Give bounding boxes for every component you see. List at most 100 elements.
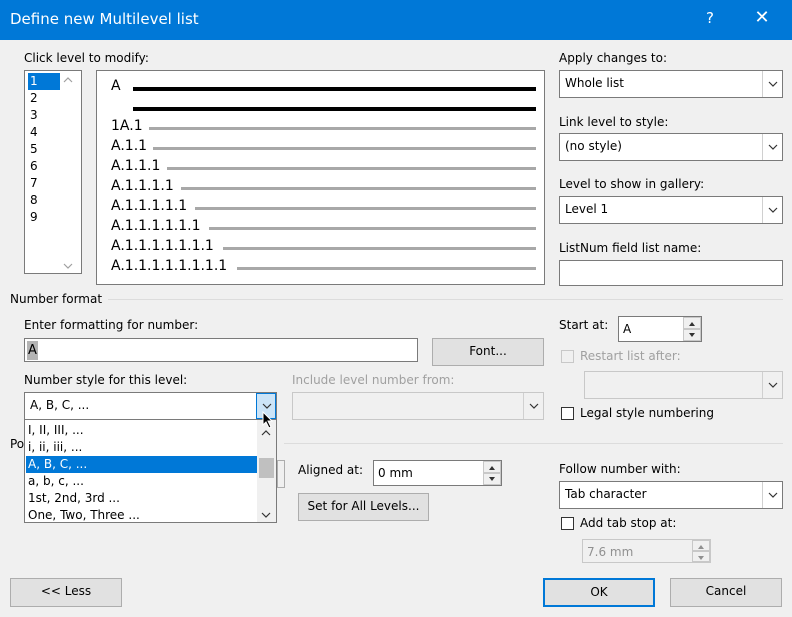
scroll-down-icon[interactable] <box>261 508 271 522</box>
font-button-label: Font... <box>469 344 507 358</box>
follow-number-select[interactable]: Tab character <box>559 481 783 509</box>
listnum-input[interactable] <box>559 260 783 286</box>
font-button[interactable]: Font... <box>432 338 544 366</box>
preview-bar-2 <box>149 127 536 130</box>
dropdown-option[interactable]: 1st, 2nd, 3rd ... <box>26 490 257 507</box>
preview-bar-4 <box>167 167 536 170</box>
ok-button[interactable]: OK <box>543 578 655 607</box>
legal-numbering-checkbox[interactable] <box>561 407 574 420</box>
preview-line-6: A.1.1.1.1.1 <box>111 198 188 214</box>
preview-bar-1 <box>133 87 536 91</box>
dropdown-option[interactable]: a, b, c, ... <box>26 473 257 490</box>
link-level-label: Link level to style: <box>559 115 669 129</box>
number-style-value: A, B, C, ... <box>30 398 90 412</box>
preview-line-2: 1A.1 <box>111 118 143 134</box>
cancel-button[interactable]: Cancel <box>670 578 782 607</box>
chevron-down-icon[interactable] <box>762 197 782 223</box>
level-item-1[interactable]: 1 <box>28 73 60 90</box>
add-tab-stop-label: Add tab stop at: <box>580 516 677 530</box>
spin-up-icon[interactable] <box>683 317 701 329</box>
restart-list-label: Restart list after: <box>580 349 681 363</box>
spin-down-icon[interactable] <box>483 473 501 485</box>
level-item-5[interactable]: 5 <box>28 141 60 158</box>
level-item-8[interactable]: 8 <box>28 192 60 209</box>
listnum-label: ListNum field list name: <box>559 241 702 255</box>
number-style-label: Number style for this level: <box>24 373 188 387</box>
aligned-at-value: 0 mm <box>378 466 413 480</box>
chevron-down-icon[interactable] <box>762 71 782 97</box>
include-level-select[interactable] <box>292 392 544 420</box>
dropdown-option[interactable]: One, Two, Three ... <box>26 507 257 522</box>
enter-format-label: Enter formatting for number: <box>24 318 199 332</box>
set-all-levels-label: Set for All Levels... <box>307 499 420 513</box>
apply-changes-label: Apply changes to: <box>559 51 668 65</box>
number-style-select[interactable]: A, B, C, ... <box>24 392 277 420</box>
level-item-3[interactable]: 3 <box>28 107 60 124</box>
restart-list-checkbox[interactable] <box>561 350 574 363</box>
window-title: Define new Multilevel list <box>10 10 199 28</box>
scroll-up-icon[interactable] <box>63 73 73 87</box>
add-tab-stop-checkbox[interactable] <box>561 517 574 530</box>
ok-button-label: OK <box>590 585 608 599</box>
chevron-down-icon[interactable] <box>523 393 543 419</box>
spin-up-icon[interactable] <box>483 461 501 473</box>
format-input[interactable]: A <box>24 338 418 362</box>
scroll-thumb[interactable] <box>259 458 274 478</box>
dropdown-scrollbar[interactable] <box>257 420 276 522</box>
scroll-down-icon[interactable] <box>63 259 73 273</box>
chevron-down-icon[interactable] <box>762 482 782 508</box>
help-button[interactable]: ? <box>700 9 720 27</box>
start-at-spinner[interactable]: A <box>618 316 702 342</box>
include-level-label: Include level number from: <box>292 373 455 387</box>
dropdown-option[interactable]: i, ii, iii, ... <box>26 439 257 456</box>
preview-bar-6 <box>195 207 536 210</box>
chevron-down-icon[interactable] <box>762 372 782 398</box>
follow-number-value: Tab character <box>565 487 647 501</box>
start-at-value: A <box>623 322 632 336</box>
dropdown-option-selected[interactable]: A, B, C, ... <box>26 456 257 473</box>
level-item-2[interactable]: 2 <box>28 90 60 107</box>
gallery-level-value: Level 1 <box>565 202 609 216</box>
preview-line-5: A.1.1.1.1 <box>111 178 174 194</box>
set-all-levels-button[interactable]: Set for All Levels... <box>298 493 429 521</box>
preview-bar-9 <box>237 267 536 270</box>
link-level-select[interactable]: (no style) <box>559 133 783 161</box>
tab-stop-value: 7.6 mm <box>587 545 634 559</box>
title-bar: Define new Multilevel list ? ✕ <box>0 0 792 40</box>
level-item-9[interactable]: 9 <box>28 209 60 226</box>
level-item-7[interactable]: 7 <box>28 175 60 192</box>
link-level-value: (no style) <box>565 139 622 153</box>
number-style-dropdown[interactable]: I, II, III, ... i, ii, iii, ... A, B, C,… <box>24 419 277 523</box>
apply-changes-select[interactable]: Whole list <box>559 70 783 98</box>
chevron-down-icon[interactable] <box>762 134 782 160</box>
position-heading: Po <box>10 437 25 451</box>
section-divider <box>108 299 783 300</box>
restart-list-select[interactable] <box>584 371 783 399</box>
follow-number-label: Follow number with: <box>559 462 681 476</box>
level-list-label: Click level to modify: <box>24 51 149 65</box>
tab-stop-spinner[interactable]: 7.6 mm <box>582 539 711 563</box>
preview-line-1: A <box>111 78 121 94</box>
level-item-6[interactable]: 6 <box>28 158 60 175</box>
preview-bar-1b <box>133 107 536 111</box>
number-format-heading: Number format <box>10 292 103 306</box>
preview-line-7: A.1.1.1.1.1.1 <box>111 218 201 234</box>
spin-down-icon[interactable] <box>692 551 710 562</box>
dropdown-option[interactable]: I, II, III, ... <box>26 422 257 439</box>
cancel-button-label: Cancel <box>705 584 747 598</box>
preview-bar-5 <box>181 187 536 190</box>
spin-up-icon[interactable] <box>692 540 710 551</box>
gallery-level-label: Level to show in gallery: <box>559 177 705 191</box>
spin-down-icon[interactable] <box>683 329 701 341</box>
preview-line-3: A.1.1 <box>111 138 148 154</box>
close-button[interactable]: ✕ <box>750 7 774 28</box>
level-listbox[interactable]: 1 2 3 4 5 6 7 8 9 <box>24 70 82 274</box>
legal-numbering-label: Legal style numbering <box>580 406 714 420</box>
less-button[interactable]: << Less <box>10 578 122 607</box>
level-item-4[interactable]: 4 <box>28 124 60 141</box>
preview-line-9: A.1.1.1.1.1.1.1.1 <box>111 258 228 274</box>
aligned-at-spinner[interactable]: 0 mm <box>373 460 502 486</box>
preview-bar-7 <box>209 227 536 230</box>
list-preview: A 1A.1 A.1.1 A.1.1.1 A.1.1.1.1 A.1.1.1.1… <box>96 70 545 285</box>
gallery-level-select[interactable]: Level 1 <box>559 196 783 224</box>
